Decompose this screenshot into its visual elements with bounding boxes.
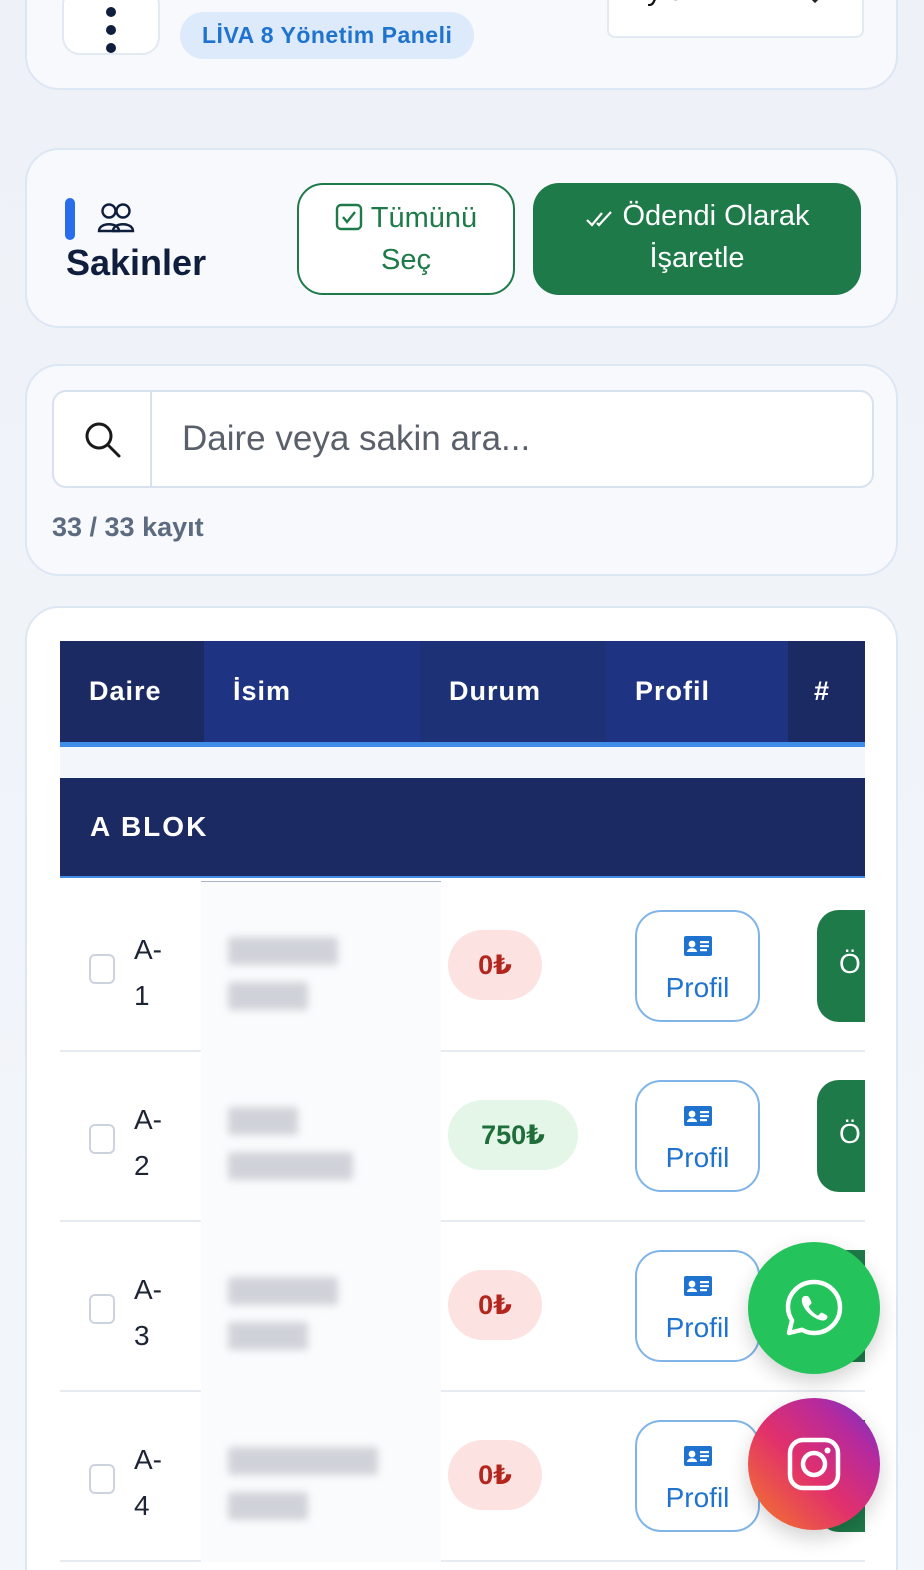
- status-badge: 0₺: [448, 930, 542, 1000]
- mark-paid-label-2: İşaretle: [649, 242, 745, 274]
- id-card-icon: [683, 1276, 712, 1296]
- profile-label: Profil: [665, 1142, 730, 1173]
- search-icon: [85, 422, 121, 458]
- profile-button[interactable]: Profil: [635, 1080, 760, 1192]
- unit-number: A- 2: [134, 1104, 162, 1181]
- column-header-durum[interactable]: Durum: [420, 641, 606, 742]
- resident-surname-redacted: [228, 1492, 308, 1520]
- resident-name-redacted: [228, 1107, 298, 1135]
- column-header-actions[interactable]: #: [788, 641, 865, 742]
- profile-button[interactable]: Profil: [635, 1250, 760, 1362]
- column-header-isim[interactable]: İsim: [204, 641, 420, 742]
- unit-number: A- 1: [134, 934, 162, 1011]
- status-badge: 750₺: [448, 1100, 578, 1170]
- column-header-profil[interactable]: Profil: [606, 641, 788, 742]
- row-checkbox[interactable]: [89, 954, 115, 984]
- residents-table[interactable]: Daire İsim Durum Profil # A BLOK A- 1 0₺ …: [60, 641, 865, 1570]
- select-all-label-1: Tümünü: [370, 202, 478, 234]
- users-icon: [97, 203, 135, 233]
- table-row: A- 2 750₺ Profil Ö: [60, 1052, 865, 1222]
- search-icon-wrap: [54, 392, 152, 486]
- profile-label: Profil: [665, 1482, 730, 1513]
- status-badge: 0₺: [448, 1270, 542, 1340]
- search-card: 33 / 33 kayıt: [25, 364, 898, 576]
- search-box: [52, 390, 874, 488]
- row-checkbox[interactable]: [89, 1464, 115, 1494]
- month-select-value: Eylül: [627, 0, 692, 8]
- table-row: A- 4 0₺ Profil: [60, 1392, 865, 1562]
- mark-paid-button[interactable]: Ödendi Olarak İşaretle: [533, 183, 861, 295]
- id-card-icon: [683, 936, 712, 956]
- resident-name-redacted: [228, 1277, 338, 1305]
- menu-button[interactable]: [62, 0, 160, 55]
- table-row: A- 3 0₺ Profil: [60, 1222, 865, 1392]
- table-row: A- 1 0₺ Profil Ö: [60, 882, 865, 1052]
- instagram-button[interactable]: [748, 1398, 880, 1530]
- unit-number: A- 3: [134, 1274, 162, 1351]
- profile-button[interactable]: Profil: [635, 910, 760, 1022]
- row-checkbox[interactable]: [89, 1124, 115, 1154]
- more-vertical-icon: [106, 7, 116, 53]
- double-check-icon: [585, 211, 612, 227]
- unit-number: A- 4: [134, 1444, 162, 1521]
- select-all-label-2: Seç: [381, 244, 431, 276]
- mark-paid-row-button[interactable]: Ö: [817, 1080, 865, 1192]
- status-badge: 0₺: [448, 1440, 542, 1510]
- chevron-down-icon: [811, 0, 819, 4]
- profile-button[interactable]: Profil: [635, 1420, 760, 1532]
- whatsapp-button[interactable]: [748, 1242, 880, 1374]
- resident-name-redacted: [228, 937, 338, 965]
- residents-title: Sakinler: [66, 242, 207, 283]
- block-header: A BLOK: [60, 778, 865, 878]
- residents-card: Sakinler Tümünü Seç Ödendi Olarak İşaret…: [25, 148, 898, 328]
- whatsapp-icon: [785, 1279, 843, 1336]
- month-select[interactable]: Eylül: [607, 0, 864, 38]
- profile-label: Profil: [665, 1312, 730, 1343]
- id-card-icon: [683, 1106, 712, 1126]
- mark-paid-row-button[interactable]: Ö: [817, 910, 865, 1022]
- resident-surname-redacted: [228, 982, 308, 1010]
- record-count: 33 / 33 kayıt: [52, 512, 204, 542]
- profile-label: Profil: [665, 972, 730, 1003]
- id-card-icon: [683, 1446, 712, 1466]
- panel-badge: LİVA 8 Yönetim Paneli: [180, 12, 475, 59]
- column-header-daire[interactable]: Daire: [60, 641, 204, 742]
- resident-surname-redacted: [228, 1152, 353, 1180]
- accent-bar: [65, 198, 75, 240]
- search-input[interactable]: [152, 392, 872, 486]
- header-card: LİVA 8 Yönetim Paneli Eylül: [25, 0, 898, 90]
- table-header: Daire İsim Durum Profil #: [60, 641, 865, 747]
- instagram-icon: [787, 1437, 841, 1491]
- mark-paid-label-1: Ödendi Olarak: [622, 200, 810, 232]
- row-checkbox[interactable]: [89, 1294, 115, 1324]
- resident-name-redacted: [228, 1447, 378, 1475]
- table-spacer: [60, 747, 865, 779]
- resident-surname-redacted: [228, 1322, 308, 1350]
- check-square-icon: [335, 203, 362, 231]
- select-all-button[interactable]: Tümünü Seç: [297, 183, 515, 295]
